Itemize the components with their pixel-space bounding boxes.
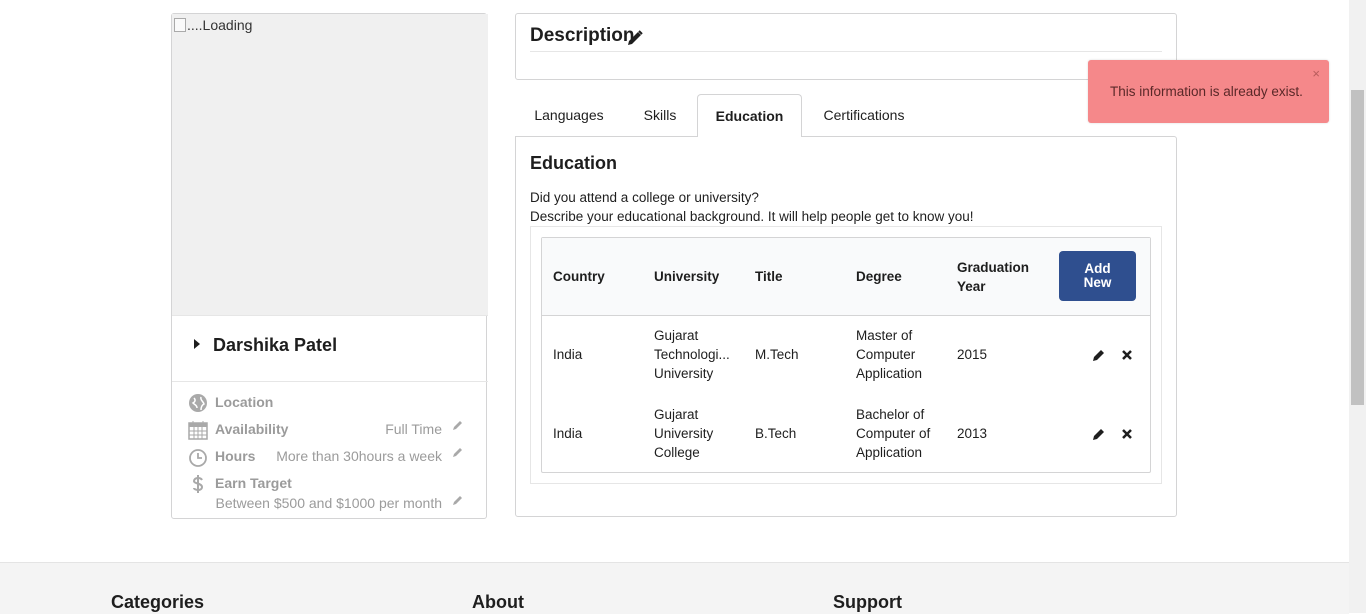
edit-icon[interactable]: [1092, 348, 1106, 362]
education-description: Describe your educational background. It…: [530, 209, 974, 224]
detail-value: Full Time: [385, 421, 442, 437]
edit-icon[interactable]: [1092, 427, 1106, 441]
tab-education[interactable]: Education: [697, 94, 802, 137]
detail-hours: Hours More than 30hours a week: [188, 447, 478, 471]
profile-image-alt: ....Loading: [187, 17, 253, 33]
cell-title: B.Tech: [755, 426, 797, 441]
pencil-icon[interactable]: [627, 30, 643, 46]
cell-degree: Bachelor of Computer of Application: [856, 407, 931, 460]
scrollbar-thumb[interactable]: [1351, 90, 1364, 405]
tab-languages[interactable]: Languages: [522, 94, 616, 136]
footer: Categories About Support: [0, 562, 1349, 614]
broken-image-icon: [174, 18, 186, 32]
column-header: Degree: [856, 269, 902, 284]
column-header: University: [654, 269, 720, 284]
profile-card: ....Loading Darshika Patel Location Avai…: [171, 13, 488, 519]
detail-value: Between $500 and $1000 per month: [215, 495, 442, 511]
detail-value: More than 30hours a week: [276, 448, 442, 464]
detail-label: Earn Target: [215, 475, 292, 491]
caret-right-icon[interactable]: [194, 339, 200, 349]
detail-earn-target: Earn Target Between $500 and $1000 per m…: [188, 474, 478, 514]
pencil-icon[interactable]: [452, 419, 464, 431]
cell-year: 2013: [957, 426, 988, 441]
column-header: Title: [755, 269, 783, 284]
divider: [530, 51, 1162, 52]
cell-university: Gujarat Technologi... University: [654, 328, 730, 381]
cell-degree: Master of Computer Application: [856, 328, 923, 381]
description-card: Description: [515, 13, 1177, 80]
close-icon[interactable]: ×: [1312, 66, 1320, 81]
tab-skills[interactable]: Skills: [629, 94, 691, 136]
cell-year: 2015: [957, 347, 988, 362]
detail-location: Location: [188, 393, 478, 417]
cell-country: India: [553, 426, 583, 441]
table-header: Country University Title Degree Graduati…: [542, 238, 1150, 316]
profile-image: ....Loading: [172, 14, 488, 316]
clock-icon: [189, 449, 207, 467]
education-title: Education: [530, 153, 618, 173]
cell-title: M.Tech: [755, 347, 799, 362]
description-title: Description: [530, 25, 635, 46]
footer-heading-categories: Categories: [111, 592, 205, 612]
footer-heading-support: Support: [833, 592, 902, 612]
education-segment: Education Did you attend a college or un…: [515, 136, 1177, 517]
add-new-button[interactable]: Add New: [1059, 251, 1136, 301]
tab-certifications[interactable]: Certifications: [812, 94, 916, 136]
calendar-icon: [188, 421, 208, 440]
profile-name-row[interactable]: Darshika Patel: [172, 316, 488, 382]
globe-icon: [189, 394, 207, 412]
cell-country: India: [553, 347, 583, 362]
profile-name: Darshika Patel: [213, 335, 338, 355]
column-header: Country: [553, 269, 605, 284]
cell-university: Gujarat University College: [654, 407, 714, 460]
detail-availability: Availability Full Time: [188, 420, 478, 444]
add-new-label: Add New: [1083, 261, 1112, 290]
delete-icon[interactable]: [1120, 348, 1134, 362]
detail-label: Hours: [215, 448, 256, 464]
pencil-icon[interactable]: [452, 446, 464, 458]
toast-message: This information is already exist.: [1110, 84, 1303, 99]
footer-heading-about: About: [472, 592, 524, 612]
education-table-container: Country University Title Degree Graduati…: [530, 226, 1162, 484]
error-toast: × This information is already exist.: [1088, 60, 1329, 123]
column-header: Graduation Year: [957, 260, 1030, 294]
detail-label: Location: [215, 394, 274, 410]
education-question: Did you attend a college or university?: [530, 190, 759, 205]
pencil-icon[interactable]: [452, 494, 464, 506]
delete-icon[interactable]: [1120, 427, 1134, 441]
education-table: Country University Title Degree Graduati…: [541, 237, 1151, 473]
dollar-icon: [192, 475, 204, 493]
detail-label: Availability: [215, 421, 289, 437]
